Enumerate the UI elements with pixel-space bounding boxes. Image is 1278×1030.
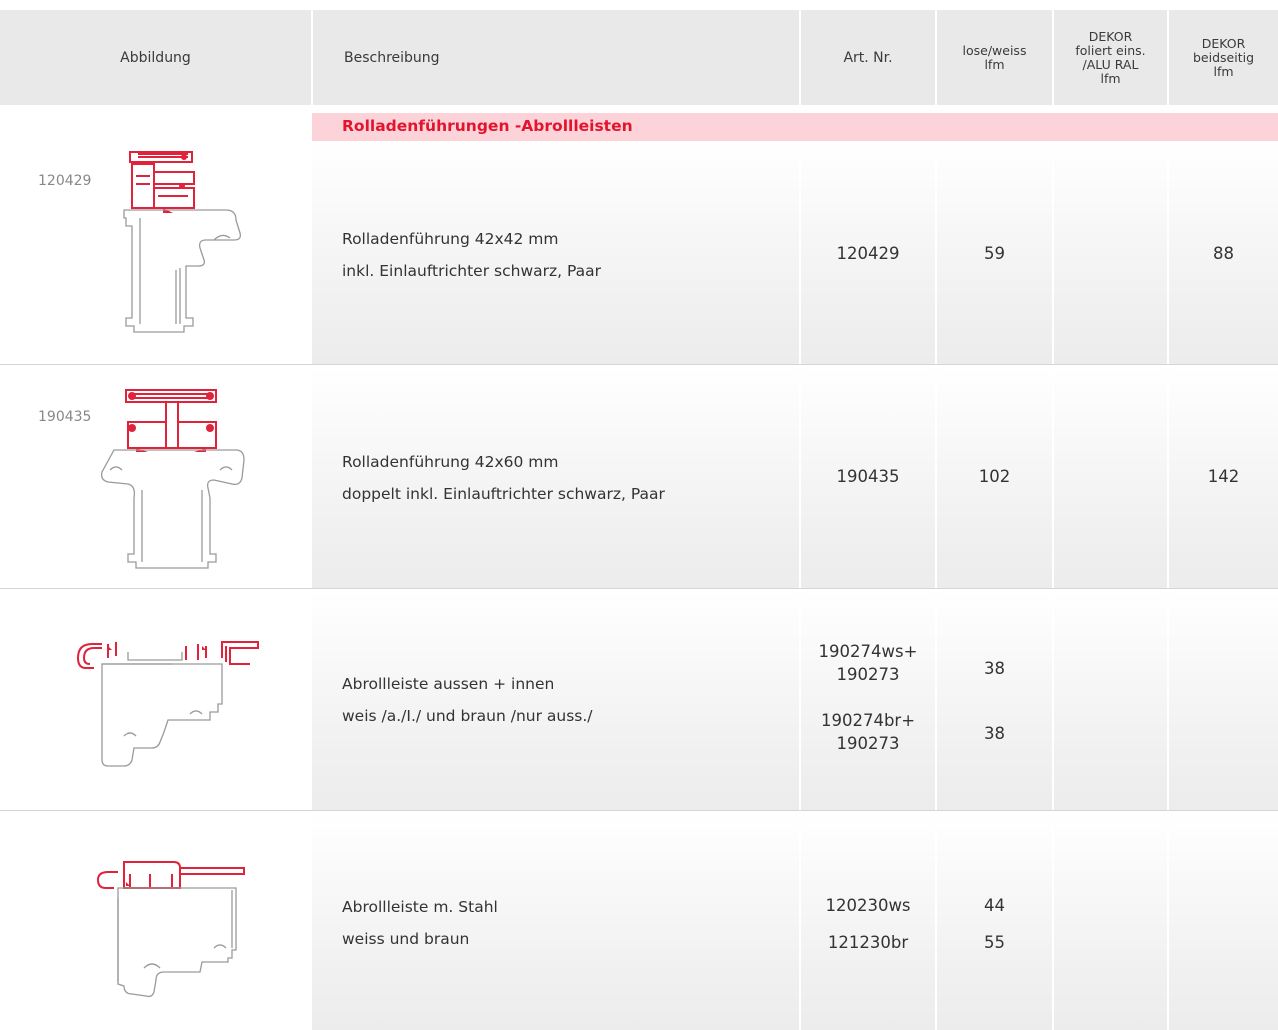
row-2-art-nr: 190435 [836, 467, 900, 486]
row-1-profile-drawing [123, 151, 242, 333]
header-dekor-foliert: DEKOR foliert eins. /ALU RAL lfm [1054, 10, 1167, 105]
row-1-lose-weiss: 59 [984, 244, 1005, 263]
row-3-art-nr-a: 190274ws+ 190273 [818, 642, 918, 684]
row-2-dekor-beidseitig: 142 [1207, 467, 1240, 486]
row-2-image-code: 190435 [38, 409, 92, 425]
row-2-lose-weiss: 102 [978, 467, 1011, 486]
header-dekor-beidseitig: DEKOR beidseitig lfm [1169, 10, 1278, 105]
header-abbildung: Abbildung [0, 10, 311, 105]
row-4-profile-drawing [96, 861, 245, 998]
row-1-image-code: 120429 [38, 173, 92, 189]
row-3-lose-weiss-b: 38 [984, 724, 1005, 743]
row-2-profile-drawing [100, 389, 245, 569]
row-3-description: Abrollleiste aussen + innen weis /a./I./… [342, 675, 593, 725]
row-4-lose-weiss-b: 55 [984, 933, 1005, 952]
row-4-lose-weiss-a: 44 [984, 896, 1005, 915]
header-beschreibung: Beschreibung [313, 10, 799, 105]
section-band: Rolladenführungen -Abrollleisten [312, 113, 1278, 141]
header-lose-weiss: lose/weiss lfm [937, 10, 1052, 105]
header-art-nr: Art. Nr. [801, 10, 935, 105]
row-3-lose-weiss-a: 38 [984, 659, 1005, 678]
price-table-page: Abbildung Beschreibung Art. Nr. lose/wei… [0, 0, 1278, 1030]
row-2-description: Rolladenführung 42x60 mm doppelt inkl. E… [342, 453, 665, 503]
row-1-dekor-beidseitig: 88 [1213, 244, 1234, 263]
row-separator [0, 810, 1278, 811]
row-separator [0, 588, 1278, 589]
column-separator [1167, 141, 1169, 1030]
row-4-art-nr-b: 121230br [827, 933, 909, 952]
row-3-art-nr-b: 190274br+ 190273 [820, 711, 916, 753]
column-separator [1052, 141, 1054, 1030]
row-1-art-nr: 120429 [836, 244, 900, 263]
row-1-description: Rolladenführung 42x42 mm inkl. Einlauftr… [342, 230, 601, 280]
row-3-profile-drawing [76, 641, 259, 767]
section-title: Rolladenführungen -Abrollleisten [342, 117, 633, 135]
row-4-art-nr-a: 120230ws [825, 896, 911, 915]
row-separator [0, 364, 1278, 365]
row-4-description: Abrollleiste m. Stahl weiss und braun [342, 898, 498, 948]
